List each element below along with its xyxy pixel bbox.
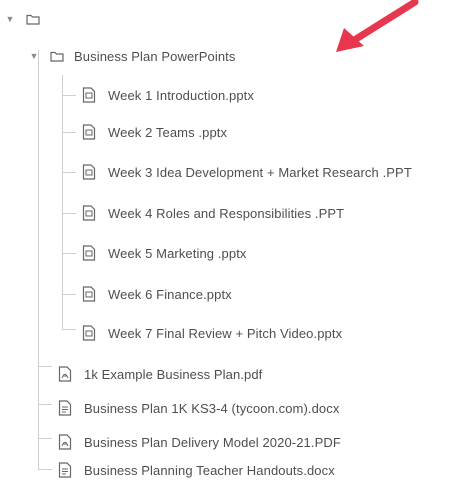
tree-branch [62, 294, 76, 295]
file-label[interactable]: Week 5 Marketing .pptx [108, 246, 247, 261]
tree-branch [62, 132, 76, 133]
tree-branch [62, 329, 76, 330]
file-label[interactable]: Week 7 Final Review + Pitch Video.pptx [108, 326, 342, 341]
file-row[interactable]: Business Plan 1K KS3-4 (tycoon.com).docx [58, 396, 339, 420]
pptx-file-icon [82, 87, 96, 103]
ppt-file-icon [82, 205, 96, 221]
docx-file-icon [58, 462, 72, 478]
tree-branch [62, 172, 76, 173]
file-label[interactable]: Business Plan Delivery Model 2020-21.PDF [84, 435, 341, 450]
file-label[interactable]: Week 3 Idea Development + Market Researc… [108, 165, 412, 180]
tree-guide-folder [62, 75, 63, 330]
file-row[interactable]: Business Plan Delivery Model 2020-21.PDF [58, 430, 341, 454]
tree-branch [62, 253, 76, 254]
tree-branch [38, 366, 52, 367]
expand-chevron-icon[interactable]: ▼ [4, 14, 16, 24]
folder-icon [50, 51, 64, 62]
tree-guide-root [38, 50, 39, 470]
folder-icon [26, 14, 40, 25]
file-label[interactable]: Week 2 Teams .pptx [108, 125, 227, 140]
file-row[interactable]: 1k Example Business Plan.pdf [58, 362, 262, 386]
file-row[interactable]: Week 4 Roles and Responsibilities .PPT [82, 201, 344, 225]
file-label[interactable]: Business Planning Teacher Handouts.docx [84, 463, 335, 478]
file-row[interactable]: Week 5 Marketing .pptx [82, 241, 247, 265]
file-label[interactable]: Week 1 Introduction.pptx [108, 88, 254, 103]
pptx-file-icon [82, 245, 96, 261]
tree-branch [62, 95, 76, 96]
pdf-file-icon [58, 434, 72, 450]
file-label[interactable]: 1k Example Business Plan.pdf [84, 367, 262, 382]
tree-root-row[interactable]: ▼ [4, 7, 50, 31]
pptx-file-icon [82, 325, 96, 341]
expand-chevron-icon[interactable]: ▼ [28, 51, 40, 61]
pptx-file-icon [82, 124, 96, 140]
file-row[interactable]: Business Planning Teacher Handouts.docx [58, 458, 335, 482]
pptx-file-icon [82, 286, 96, 302]
file-label[interactable]: Week 4 Roles and Responsibilities .PPT [108, 206, 344, 221]
docx-file-icon [58, 400, 72, 416]
pdf-file-icon [58, 366, 72, 382]
file-row[interactable]: Week 3 Idea Development + Market Researc… [82, 160, 412, 184]
file-row[interactable]: Week 2 Teams .pptx [82, 120, 227, 144]
file-row[interactable]: Week 1 Introduction.pptx [82, 83, 254, 107]
file-row[interactable]: Week 7 Final Review + Pitch Video.pptx [82, 321, 342, 345]
ppt-file-icon [82, 164, 96, 180]
tree-branch [62, 213, 76, 214]
file-label[interactable]: Week 6 Finance.pptx [108, 287, 232, 302]
file-label[interactable]: Business Plan 1K KS3-4 (tycoon.com).docx [84, 401, 339, 416]
tree-branch [38, 469, 52, 470]
tree-folder-row[interactable]: ▼ Business Plan PowerPoints [28, 44, 236, 68]
pointer-arrow-icon [336, 0, 419, 52]
tree-branch [38, 404, 52, 405]
tree-branch [38, 438, 52, 439]
folder-label[interactable]: Business Plan PowerPoints [74, 49, 235, 64]
file-row[interactable]: Week 6 Finance.pptx [82, 282, 232, 306]
